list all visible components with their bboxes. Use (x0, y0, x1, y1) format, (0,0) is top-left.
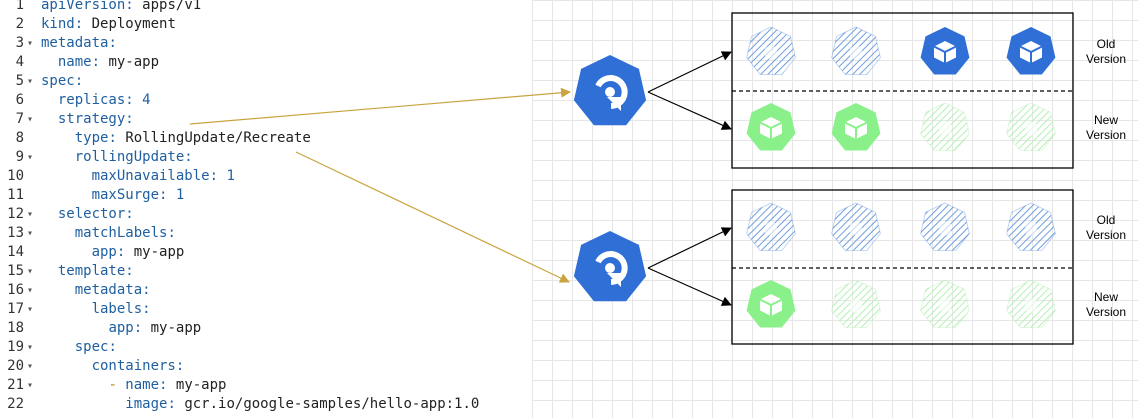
pod-icon (831, 279, 881, 328)
pod-icon (1006, 279, 1056, 328)
old-version-label: Old Version (1085, 213, 1127, 242)
deployment-icon (573, 231, 647, 302)
pod-icon (831, 202, 881, 251)
strategy-connector (189, 87, 571, 125)
pod-icon (1006, 102, 1056, 151)
arrow-to-new-version (647, 91, 732, 130)
pod-icon (920, 279, 970, 328)
deployment-icon (573, 55, 647, 126)
pod-icon (746, 280, 796, 328)
pod-icon (1006, 27, 1056, 75)
pod-icon (920, 202, 970, 251)
old-version-label: Old Version (1085, 37, 1127, 66)
arrow-to-old-version (647, 227, 732, 269)
new-version-label: New Version (1085, 113, 1127, 142)
pod-icon (920, 102, 970, 151)
type-connector (295, 151, 570, 283)
diagram-overlay (189, 12, 1074, 345)
pod-icon (831, 103, 881, 151)
arrow-to-old-version (647, 51, 732, 93)
new-version-label: New Version (1085, 290, 1127, 319)
pod-icon (1006, 202, 1056, 251)
pod-icon (920, 27, 970, 75)
pod-icon (831, 26, 881, 75)
arrow-to-new-version (647, 267, 732, 306)
pod-icon (746, 103, 796, 151)
pod-icon (746, 202, 796, 251)
pod-icon (746, 26, 796, 75)
